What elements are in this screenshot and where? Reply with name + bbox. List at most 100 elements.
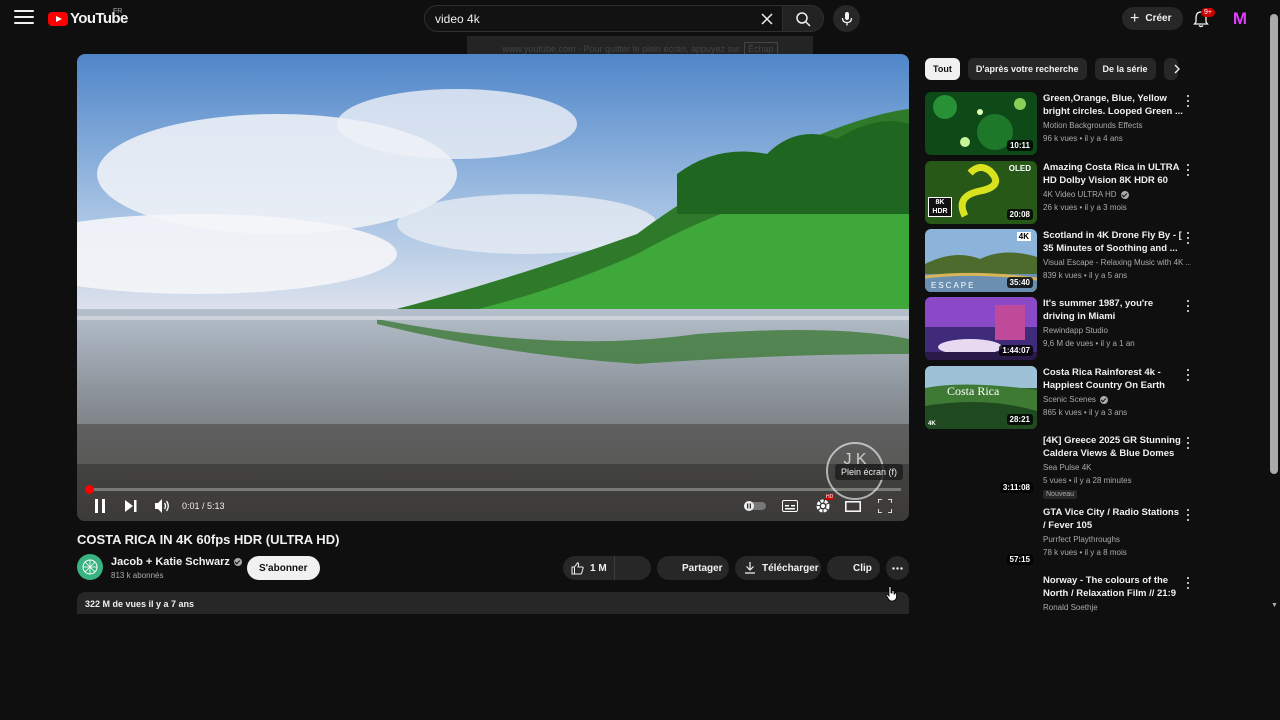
create-label: Créer <box>1145 13 1172 24</box>
recommendation-title[interactable]: Scotland in 4K Drone Fly By - [ 35 Minut… <box>1043 229 1183 255</box>
more-vertical-icon[interactable] <box>1183 163 1193 177</box>
youtube-logo[interactable]: YouTube FR <box>48 8 128 27</box>
autoplay-icon <box>744 501 766 511</box>
recommendation-item[interactable]: 3:11:08 [4K] Greece 2025 GR Stunning Cald… <box>925 434 1275 499</box>
fullscreen-button[interactable] <box>875 496 895 516</box>
video-thumbnail[interactable]: 10:11 <box>925 92 1037 155</box>
recommendation-item[interactable]: Norway - The colours of the North / Rela… <box>925 574 1275 638</box>
video-player[interactable]: 0:01 / 5:13 J K Plein écran (f) HD <box>77 54 909 521</box>
video-thumbnail[interactable]: 4K ESCAPE 35:40 <box>925 229 1037 292</box>
search-input[interactable]: video 4k <box>424 5 784 32</box>
recommendation-title[interactable]: It's summer 1987, you're driving in Miam… <box>1043 297 1183 323</box>
more-vertical-icon[interactable] <box>1183 576 1193 590</box>
scroll-down-arrow[interactable]: ▼ <box>1271 602 1278 609</box>
theater-mode-button[interactable] <box>843 496 863 516</box>
recommendation-title[interactable]: [4K] Greece 2025 GR Stunning Caldera Vie… <box>1043 434 1183 460</box>
more-vertical-icon[interactable] <box>1183 508 1193 522</box>
scrollbar[interactable] <box>1270 14 1278 474</box>
video-thumbnail[interactable]: Costa Rica 4K 28:21 <box>925 366 1037 429</box>
channel-name[interactable]: Jacob + Katie Schwarz <box>111 556 242 568</box>
description-box[interactable]: 322 M de vues il y a 7 ans <box>77 592 909 614</box>
video-duration: 1:44:07 <box>999 345 1033 356</box>
recommendation-meta: 5 vues • il y a 28 minutes <box>1043 476 1132 485</box>
recommendation-channel[interactable]: Purrfect Playthroughs <box>1043 535 1191 544</box>
recommendation-item[interactable]: 4K ESCAPE 35:40 Scotland in 4K Drone Fly By… <box>925 229 1275 293</box>
more-vertical-icon[interactable] <box>1183 436 1193 450</box>
recommendation-channel-text: Visual Escape - Relaxing Music with 4K .… <box>1043 258 1191 267</box>
recommendation-title[interactable]: Amazing Costa Rica in ULTRA HD Dolby Vis… <box>1043 161 1183 187</box>
video-thumbnail[interactable]: 1:44:07 <box>925 297 1037 360</box>
create-button[interactable]: + Créer <box>1122 7 1184 30</box>
volume-button[interactable] <box>153 496 173 516</box>
video-duration: 57:15 <box>1006 554 1033 565</box>
verified-icon <box>1099 395 1108 404</box>
thumbnail-image <box>925 574 1037 637</box>
recommendation-item[interactable]: 10:11 Green,Orange, Blue, Yellow bright c… <box>925 92 1275 156</box>
recommendation-item[interactable]: 1:44:07 It's summer 1987, you're driving … <box>925 297 1275 361</box>
chip-from-search[interactable]: D'après votre recherche <box>967 58 1087 80</box>
recommendation-item[interactable]: OLED 8K HDR 20:08 Amazing Costa Rica in ULT… <box>925 161 1275 225</box>
recommendation-channel[interactable]: Rewindapp Studio <box>1043 326 1191 335</box>
pause-icon <box>95 499 105 513</box>
duration: 5:13 <box>207 501 225 511</box>
next-button[interactable] <box>122 496 140 516</box>
more-vertical-icon[interactable] <box>1183 231 1193 245</box>
menu-icon[interactable] <box>14 10 34 26</box>
clip-button[interactable]: Clip <box>827 556 880 580</box>
filter-chips: Tout D'après votre recherche De la série <box>925 58 1186 80</box>
compass-icon <box>82 559 98 575</box>
settings-button[interactable]: HD <box>813 494 835 516</box>
video-thumbnail[interactable]: OLED 8K HDR 20:08 <box>925 161 1037 224</box>
subtitles-button[interactable] <box>780 496 800 516</box>
recommendation-channel[interactable]: Visual Escape - Relaxing Music with 4K .… <box>1043 258 1191 267</box>
search-value: video 4k <box>435 12 480 26</box>
recommendation-channel[interactable]: Sea Pulse 4K <box>1043 463 1191 472</box>
autoplay-toggle[interactable] <box>743 496 767 516</box>
video-thumbnail[interactable] <box>925 574 1037 637</box>
notification-count-badge: 9+ <box>1201 8 1215 17</box>
more-vertical-icon[interactable] <box>1183 94 1193 108</box>
chip-all[interactable]: Tout <box>925 58 960 80</box>
channel-avatar[interactable] <box>77 554 103 580</box>
recommendation-channel-text: Motion Backgrounds Effects <box>1043 121 1143 130</box>
recommendation-item[interactable]: Costa Rica 4K 28:21 Costa Rica Rainforest 4… <box>925 366 1275 430</box>
clear-search-icon[interactable] <box>757 9 777 29</box>
search-button[interactable] <box>782 5 824 32</box>
account-avatar[interactable]: M <box>1230 9 1250 29</box>
thumb-label-text: ESCAPE <box>931 281 976 290</box>
video-thumbnail[interactable]: 3:11:08 <box>925 434 1037 497</box>
recommendation-title[interactable]: Costa Rica Rainforest 4k - Happiest Coun… <box>1043 366 1183 392</box>
thumb-label-text: OLED <box>1008 164 1031 173</box>
recommendation-title[interactable]: Green,Orange, Blue, Yellow bright circle… <box>1043 92 1183 118</box>
subscribe-button[interactable]: S'abonner <box>247 556 320 580</box>
recommendation-title[interactable]: GTA Vice City / Radio Stations / Fever 1… <box>1043 506 1183 532</box>
progress-bar[interactable] <box>85 485 901 494</box>
dislike-button[interactable] <box>615 556 651 580</box>
voice-search-button[interactable] <box>833 5 860 32</box>
video-thumbnail[interactable]: 57:15 <box>925 506 1037 569</box>
download-icon <box>745 562 755 574</box>
share-button[interactable]: Partager <box>657 556 729 580</box>
fullscreen-hint-text: www.youtube.com - Pour quitter le plein … <box>502 44 741 54</box>
chips-next-button[interactable] <box>1168 60 1186 78</box>
recommendation-item[interactable]: 57:15 GTA Vice City / Radio Stations / Fe… <box>925 506 1275 570</box>
hd-badge: HD <box>825 494 835 500</box>
recommendation-channel[interactable]: 4K Video ULTRA HD <box>1043 190 1191 199</box>
verified-icon <box>1120 190 1129 199</box>
video-duration: 28:21 <box>1006 414 1033 425</box>
clip-label: Clip <box>853 562 872 574</box>
new-badge: Nouveau <box>1043 490 1078 499</box>
chip-from-series[interactable]: De la série <box>1094 58 1156 80</box>
pause-button[interactable] <box>91 496 109 516</box>
recommendation-channel[interactable]: Ronald Soethje <box>1043 603 1191 612</box>
more-vertical-icon[interactable] <box>1183 368 1193 382</box>
recommendation-meta: 78 k vues • il y a 8 mois <box>1043 548 1127 557</box>
recommendation-channel[interactable]: Scenic Scenes <box>1043 395 1191 404</box>
gear-icon <box>816 499 830 513</box>
more-actions-button[interactable] <box>886 556 909 580</box>
recommendation-channel[interactable]: Motion Backgrounds Effects <box>1043 121 1191 130</box>
download-button[interactable]: Télécharger <box>735 556 821 580</box>
more-vertical-icon[interactable] <box>1183 299 1193 313</box>
like-button[interactable]: 1 M <box>563 556 615 580</box>
recommendation-title[interactable]: Norway - The colours of the North / Rela… <box>1043 574 1183 600</box>
